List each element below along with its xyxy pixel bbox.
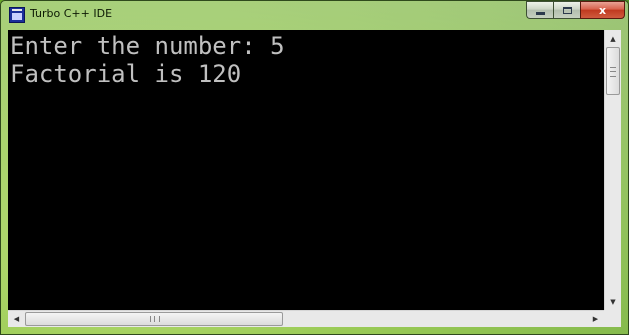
caption-buttons: x	[526, 1, 625, 19]
minimize-icon	[535, 11, 545, 15]
console-window: Turbo C++ IDE x Enter the number: 5 Fact…	[0, 0, 629, 335]
console-output-area[interactable]: Enter the number: 5 Factorial is 120	[8, 30, 604, 310]
window-title: Turbo C++ IDE	[30, 7, 113, 20]
title-bar[interactable]: Turbo C++ IDE x	[1, 1, 628, 29]
console-line-prompt: Enter the number: 5	[10, 32, 285, 60]
scroll-right-arrow-icon[interactable]: ▶	[587, 311, 604, 327]
close-button[interactable]: x	[580, 1, 625, 19]
size-grip-corner	[604, 310, 621, 327]
scroll-left-arrow-icon[interactable]: ◀	[8, 311, 25, 327]
maximize-button[interactable]	[553, 1, 580, 19]
horizontal-scroll-thumb[interactable]	[25, 312, 283, 326]
scroll-up-arrow-icon[interactable]: ▲	[605, 30, 621, 47]
console-line-result: Factorial is 120	[10, 60, 242, 88]
close-icon: x	[598, 3, 607, 17]
scroll-down-arrow-icon[interactable]: ▼	[605, 293, 621, 310]
vertical-scrollbar[interactable]: ▲ ▼	[604, 30, 621, 310]
grip-icon	[150, 316, 160, 322]
horizontal-scrollbar[interactable]: ◀ ▶	[8, 310, 604, 327]
grip-icon	[610, 67, 616, 77]
minimize-button[interactable]	[526, 1, 553, 19]
vertical-scroll-thumb[interactable]	[606, 47, 620, 95]
turbo-cpp-app-icon[interactable]	[9, 7, 25, 23]
maximize-icon	[562, 6, 572, 14]
